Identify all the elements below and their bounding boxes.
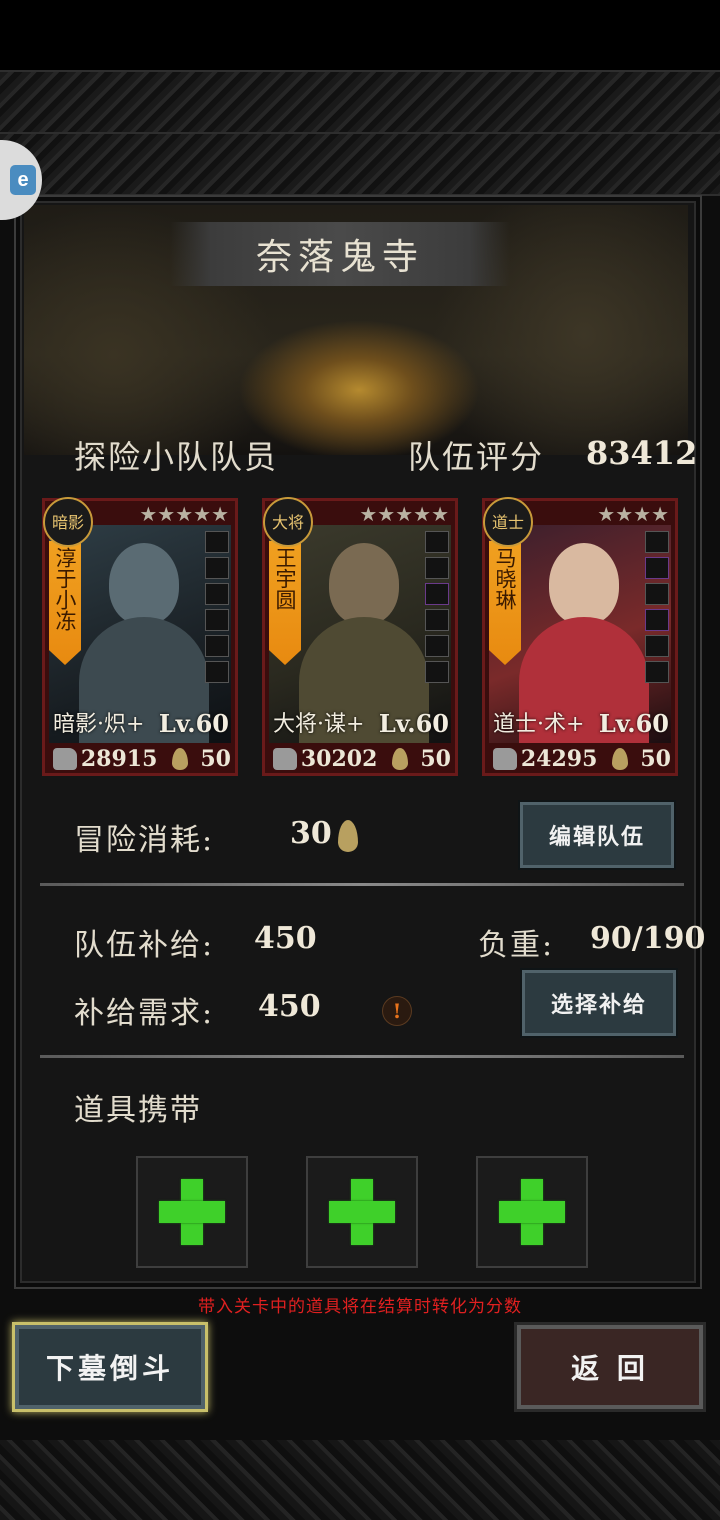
hero-power: 30202 <box>300 746 378 772</box>
hero-portrait-head <box>329 543 399 625</box>
equipment-slot <box>205 557 229 579</box>
enter-dungeon-button[interactable]: 下墓倒斗 <box>12 1322 208 1412</box>
app-badge-icon: e <box>10 165 36 195</box>
equipment-slot <box>645 557 669 579</box>
weight-label: 负重: <box>478 928 555 963</box>
equipment-slot <box>425 557 449 579</box>
fist-icon <box>273 748 297 770</box>
bottom-ornament-border <box>0 1440 720 1520</box>
top-ornament-border <box>0 70 720 136</box>
hero-name: 淳于小冻 <box>49 541 81 665</box>
item-slot[interactable] <box>136 1156 248 1268</box>
class-badge: 大将 <box>263 497 313 547</box>
edit-team-button[interactable]: 编辑队伍 <box>518 800 676 870</box>
dungeon-title-banner: 奈落鬼寺 <box>170 222 510 286</box>
hero-cost: 50 <box>200 746 231 772</box>
adventure-cost-value: 30 <box>290 816 332 851</box>
hero-cost: 50 <box>420 746 451 772</box>
equipment-slot <box>205 531 229 553</box>
hero-power: 24295 <box>520 746 598 772</box>
warning-icon[interactable]: ! <box>382 996 412 1026</box>
hero-cost: 50 <box>640 746 671 772</box>
hero-class: 暗影·炽+ <box>53 712 145 737</box>
equipment-slot <box>205 661 229 683</box>
items-label: 道具携带 <box>74 1093 202 1128</box>
star-rating: ★★★★ <box>597 502 669 526</box>
equipment-slot <box>205 609 229 631</box>
hero-level: Lv.60 <box>158 709 229 738</box>
star-rating: ★★★★★ <box>139 502 229 526</box>
adventure-cost-label: 冒险消耗: <box>74 823 215 858</box>
hero-level: Lv.60 <box>598 709 669 738</box>
team-score-value: 83412 <box>586 434 698 472</box>
equipment-slot <box>425 661 449 683</box>
team-score-label: 队伍评分 <box>408 438 545 476</box>
equipment-slots <box>425 531 449 683</box>
add-item-icon <box>329 1179 395 1245</box>
dungeon-title: 奈落鬼寺 <box>255 237 424 278</box>
hero-card[interactable]: 道士 ★★★★ 马晓琳 道士·术+ Lv.60 24295 50 <box>482 497 678 776</box>
item-slot[interactable] <box>476 1156 588 1268</box>
drop-icon <box>612 748 629 770</box>
equipment-slot <box>425 609 449 631</box>
team-supply-value: 450 <box>254 921 317 956</box>
equipment-slot <box>425 583 449 605</box>
class-badge: 暗影 <box>43 497 93 547</box>
class-badge: 道士 <box>483 497 533 547</box>
equipment-slot <box>425 531 449 553</box>
equipment-slots <box>645 531 669 683</box>
hero-stats: 30202 50 <box>269 745 451 773</box>
divider <box>40 1055 684 1058</box>
hero-power: 28915 <box>80 746 158 772</box>
supply-need-label: 补给需求: <box>74 996 215 1031</box>
equipment-slots <box>205 531 229 683</box>
drop-icon <box>172 748 189 770</box>
drop-icon <box>392 748 409 770</box>
equipment-slot <box>425 635 449 657</box>
hero-name: 王宇圆 <box>269 541 301 665</box>
weight-value: 90/190 <box>590 921 706 956</box>
top-black-band <box>0 0 720 70</box>
fist-icon <box>493 748 517 770</box>
add-item-icon <box>159 1179 225 1245</box>
divider <box>40 883 684 886</box>
fist-icon <box>53 748 77 770</box>
equipment-slot <box>645 661 669 683</box>
hero-portrait-head <box>109 543 179 625</box>
hero-level: Lv.60 <box>378 709 449 738</box>
team-supply-label: 队伍补给: <box>74 928 215 963</box>
item-slot[interactable] <box>306 1156 418 1268</box>
star-rating: ★★★★★ <box>359 502 449 526</box>
hero-class: 大将·谋+ <box>273 712 365 737</box>
add-item-icon <box>499 1179 565 1245</box>
hero-portrait-head <box>549 543 619 625</box>
supply-need-value: 450 <box>258 989 321 1024</box>
items-hint: 带入关卡中的道具将在结算时转化为分数 <box>198 1297 522 1317</box>
equipment-slot <box>645 583 669 605</box>
equipment-slot <box>645 531 669 553</box>
equipment-slot <box>645 609 669 631</box>
select-supply-button[interactable]: 选择补给 <box>520 968 678 1038</box>
hero-name: 马晓琳 <box>489 541 521 665</box>
hero-class: 道士·术+ <box>493 712 585 737</box>
top-ornament-border-lower <box>0 132 720 196</box>
hero-stats: 28915 50 <box>49 745 231 773</box>
team-members-label: 探险小队队员 <box>74 438 279 476</box>
equipment-slot <box>645 635 669 657</box>
hero-card[interactable]: 大将 ★★★★★ 王宇圆 大将·谋+ Lv.60 30202 50 <box>262 497 458 776</box>
equipment-slot <box>205 635 229 657</box>
hero-stats: 24295 50 <box>489 745 671 773</box>
hero-card[interactable]: 暗影 ★★★★★ 淳于小冻 暗影·炽+ Lv.60 28915 50 <box>42 497 238 776</box>
equipment-slot <box>205 583 229 605</box>
back-button[interactable]: 返 回 <box>514 1322 706 1412</box>
